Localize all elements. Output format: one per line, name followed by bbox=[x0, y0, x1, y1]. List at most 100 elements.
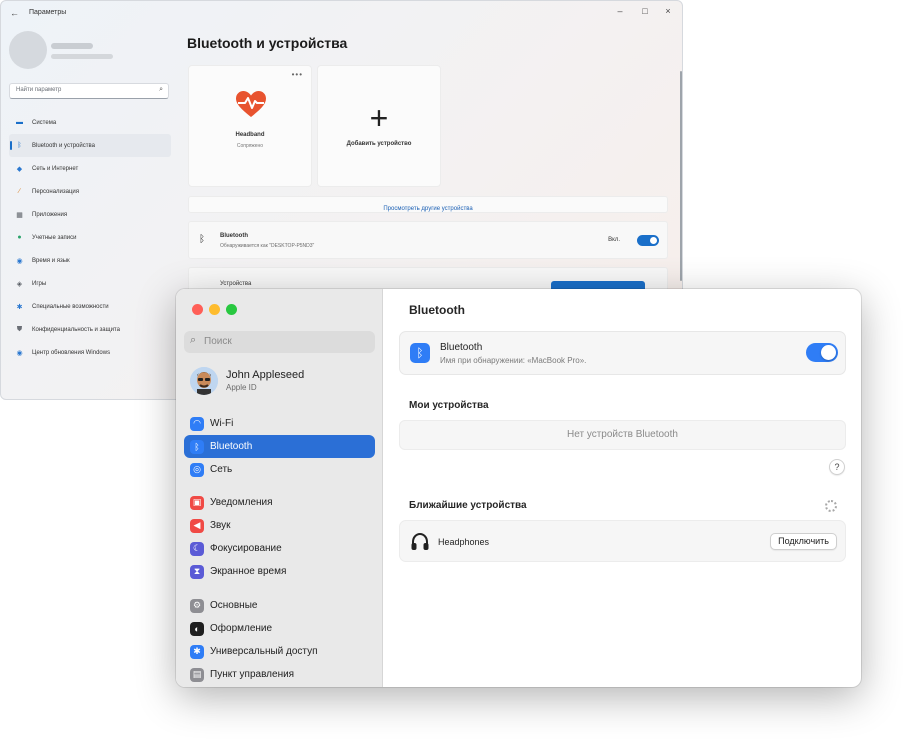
accessibility-icon: ✱ bbox=[16, 303, 23, 311]
sidebar-item[interactable]: ◐ Оформление bbox=[184, 617, 375, 640]
wifi-icon: ◠ bbox=[190, 416, 204, 431]
bluetooth-icon: ᛒ bbox=[17, 142, 22, 149]
windows-user-name-placeholder bbox=[51, 43, 93, 49]
sidebar-item-label: Звук bbox=[210, 520, 231, 531]
windows-scrollbar[interactable] bbox=[680, 71, 682, 281]
minimize-icon[interactable]: – bbox=[612, 6, 628, 16]
close-icon[interactable]: × bbox=[660, 6, 676, 16]
sidebar-item-label: Конфиденциальность и защита bbox=[32, 326, 120, 333]
hourglass-icon: ⧗ bbox=[190, 564, 204, 579]
sidebar-item-label: Центр обновления Windows bbox=[32, 349, 111, 356]
windows-bluetooth-toggle[interactable] bbox=[637, 235, 659, 246]
sidebar-item[interactable]: ◈ Игры bbox=[9, 272, 171, 295]
sidebar-item-label: Система bbox=[32, 119, 57, 126]
sidebar-item[interactable]: ✱ Универсальный доступ bbox=[184, 640, 375, 663]
more-options-icon[interactable]: ••• bbox=[292, 70, 303, 79]
search-icon: ⌕ bbox=[190, 334, 197, 346]
speaker-icon: ◀ bbox=[190, 518, 204, 533]
windows-bluetooth-row: ᛒ Bluetooth Обнаруживается как "DESKTOP-… bbox=[188, 221, 668, 259]
sidebar-item-label: Персонализация bbox=[32, 188, 80, 195]
windows-search-input[interactable]: Найти параметр ⌕ bbox=[9, 83, 169, 99]
sidebar-item-label: Приложения bbox=[32, 211, 68, 218]
sidebar-item[interactable]: ● Учетные записи bbox=[9, 226, 171, 249]
bluetooth-toggle[interactable] bbox=[806, 343, 838, 362]
device-name: Headphones bbox=[438, 537, 490, 547]
sidebar-item[interactable]: ▦ Приложения bbox=[9, 203, 171, 226]
windows-sidebar-nav: ▬ Система ᛒ Bluetooth и устройства ◆ Сеть и И… bbox=[9, 111, 171, 364]
mac-sidebar: ⌕ Поиск John Appleseed Apple ID ◠ Wi-Fi ᛒ B… bbox=[176, 289, 383, 687]
sidebar-item-label: Время и язык bbox=[32, 257, 70, 264]
heart-pulse-icon bbox=[236, 91, 266, 117]
moon-icon: ☾ bbox=[190, 541, 204, 556]
control-center-icon: ▤ bbox=[190, 667, 204, 682]
sidebar-item[interactable]: ◀ Звук bbox=[184, 514, 375, 537]
avatar[interactable] bbox=[190, 367, 218, 395]
no-devices-text: Нет устройств Bluetooth bbox=[567, 429, 678, 440]
windows-bluetooth-state: Вкл. bbox=[608, 237, 620, 243]
my-devices-heading: Мои устройства bbox=[409, 400, 489, 411]
user-apple-id-label: Apple ID bbox=[226, 383, 257, 392]
device-card-status: Сопряжено bbox=[236, 143, 264, 149]
sidebar-item[interactable]: ◆ Сеть и Интернет bbox=[9, 157, 171, 180]
windows-page-title: Bluetooth и устройства bbox=[187, 35, 348, 51]
minimize-button[interactable] bbox=[209, 304, 220, 315]
sidebar-item-label: Bluetooth и устройства bbox=[32, 142, 95, 149]
sidebar-item[interactable]: ✱ Специальные возможности bbox=[9, 295, 171, 318]
bluetooth-settings-card: ᛒ Bluetooth Имя при обнаружении: «MacBoo… bbox=[399, 331, 846, 375]
update-icon: ◉ bbox=[16, 349, 23, 357]
search-icon: ⌕ bbox=[159, 86, 163, 93]
mac-search-input[interactable]: ⌕ Поиск bbox=[184, 331, 375, 353]
sidebar-item[interactable]: ᛒ Bluetooth и устройства bbox=[9, 134, 171, 157]
gear-icon: ⚙ bbox=[190, 598, 204, 613]
maximize-icon[interactable]: □ bbox=[637, 6, 653, 16]
page-title: Bluetooth bbox=[409, 303, 465, 317]
more-devices-link[interactable]: Просмотреть другие устройства bbox=[383, 206, 472, 212]
sidebar-item[interactable]: ▬ Система bbox=[9, 111, 171, 134]
sidebar-item-label: Фокусирование bbox=[210, 543, 282, 554]
device-card-name: Headband bbox=[235, 132, 265, 138]
windows-devices-row-label: Устройства bbox=[220, 281, 252, 287]
sidebar-item[interactable]: ▣ Уведомления bbox=[184, 491, 375, 514]
windows-user-email-placeholder bbox=[51, 54, 113, 59]
add-device-card[interactable]: + Добавить устройство bbox=[317, 65, 441, 187]
sidebar-item[interactable]: ◎ Сеть bbox=[184, 458, 375, 481]
bell-icon: ▣ bbox=[190, 495, 204, 510]
windows-user-avatar[interactable] bbox=[9, 31, 47, 69]
help-button[interactable]: ? bbox=[829, 459, 845, 475]
brush-icon: ∕ bbox=[18, 188, 21, 195]
sidebar-item[interactable]: ⚙ Основные bbox=[184, 594, 375, 617]
shield-icon: ⛊ bbox=[16, 325, 23, 333]
plus-icon: + bbox=[369, 100, 389, 136]
connect-button[interactable]: Подключить bbox=[770, 533, 837, 550]
sidebar-item[interactable]: ◉ Время и язык bbox=[9, 249, 171, 272]
sidebar-item[interactable]: ▤ Пункт управления bbox=[184, 663, 375, 686]
more-devices-row[interactable]: Просмотреть другие устройства bbox=[188, 196, 668, 213]
sidebar-item-label: Wi-Fi bbox=[210, 418, 234, 429]
device-card-headband[interactable]: ••• Headband Сопряжено bbox=[188, 65, 312, 187]
monitor-icon: ▬ bbox=[16, 119, 23, 126]
sidebar-item[interactable]: ⛊ Конфиденциальность и защита bbox=[9, 318, 171, 341]
user-name[interactable]: John Appleseed bbox=[226, 369, 304, 381]
zoom-button[interactable] bbox=[226, 304, 237, 315]
windows-titlebar: ← Параметры – □ × bbox=[1, 1, 682, 27]
globe-icon: ◎ bbox=[190, 462, 204, 477]
sidebar-item[interactable]: ☾ Фокусирование bbox=[184, 537, 375, 560]
sidebar-item[interactable]: ◠ Wi-Fi bbox=[184, 412, 375, 435]
sidebar-item[interactable]: ⧗ Экранное время bbox=[184, 560, 375, 583]
sidebar-item[interactable]: ◉ Центр обновления Windows bbox=[9, 341, 171, 364]
sidebar-item-label: Универсальный доступ bbox=[210, 646, 318, 657]
apps-icon: ▦ bbox=[16, 211, 23, 219]
sidebar-item[interactable]: ∕ Персонализация bbox=[9, 180, 171, 203]
person-icon: ● bbox=[17, 234, 22, 241]
sidebar-item-label: Специальные возможности bbox=[32, 303, 109, 310]
back-arrow-icon[interactable]: ← bbox=[10, 8, 19, 18]
windows-bluetooth-subtitle: Обнаруживается как "DESKTOP-P5ND3" bbox=[220, 243, 315, 249]
sidebar-item-label: Учетные записи bbox=[32, 234, 77, 241]
close-button[interactable] bbox=[192, 304, 203, 315]
add-device-label: Добавить устройство bbox=[346, 141, 412, 147]
mac-search-placeholder: Поиск bbox=[204, 336, 232, 347]
sidebar-item[interactable]: ᛒ Bluetooth bbox=[184, 435, 375, 458]
sidebar-item-label: Сеть bbox=[210, 464, 233, 475]
bluetooth-icon: ᛒ bbox=[199, 234, 205, 245]
bluetooth-discovery-name: Имя при обнаружении: «MacBook Pro». bbox=[440, 356, 587, 365]
